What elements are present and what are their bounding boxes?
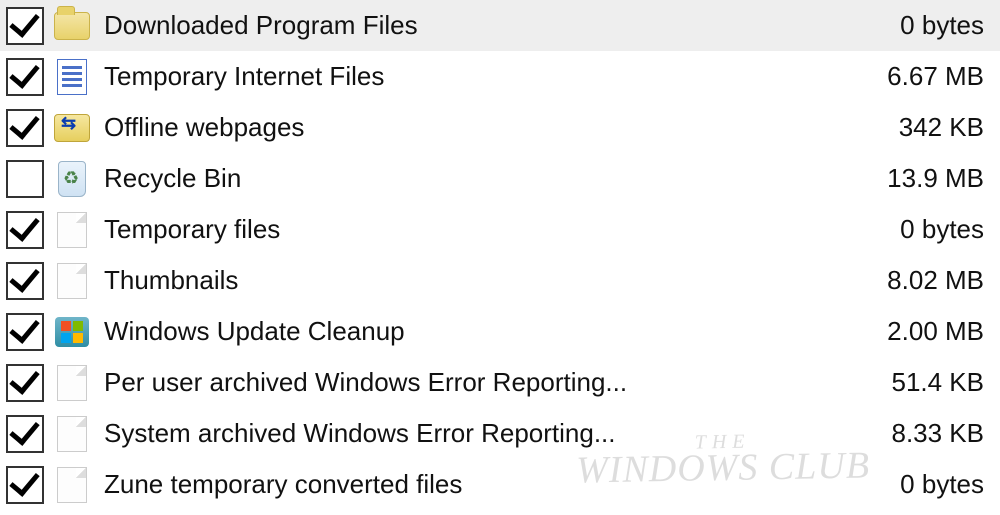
item-label: Per user archived Windows Error Reportin…: [100, 367, 832, 398]
item-label: Thumbnails: [100, 265, 832, 296]
checkbox[interactable]: [6, 211, 44, 249]
list-item[interactable]: Temporary Internet Files 6.67 MB: [0, 51, 1000, 102]
checkbox[interactable]: [6, 466, 44, 504]
checkbox[interactable]: [6, 109, 44, 147]
list-item[interactable]: Thumbnails 8.02 MB: [0, 255, 1000, 306]
win-update-icon: [52, 312, 92, 352]
checkbox[interactable]: [6, 415, 44, 453]
item-label: Windows Update Cleanup: [100, 316, 832, 347]
item-size: 0 bytes: [840, 10, 990, 41]
item-label: Temporary Internet Files: [100, 61, 832, 92]
item-size: 13.9 MB: [840, 163, 990, 194]
offline-pages-icon: [52, 108, 92, 148]
cleanup-file-list: Downloaded Program Files0 bytesTemporary…: [0, 0, 1000, 510]
item-label: Offline webpages: [100, 112, 832, 143]
blank-file-icon: [52, 261, 92, 301]
item-label: Zune temporary converted files: [100, 469, 832, 500]
list-item[interactable]: Recycle Bin 13.9 MB: [0, 153, 1000, 204]
list-item[interactable]: Downloaded Program Files 0 bytes: [0, 0, 1000, 51]
list-item[interactable]: Windows Update Cleanup 2.00 MB: [0, 306, 1000, 357]
blank-file-icon: [52, 363, 92, 403]
blank-file-icon: [52, 210, 92, 250]
checkbox[interactable]: [6, 7, 44, 45]
checkbox[interactable]: [6, 262, 44, 300]
item-label: Downloaded Program Files: [100, 10, 832, 41]
list-item[interactable]: Per user archived Windows Error Reportin…: [0, 357, 1000, 408]
item-label: Recycle Bin: [100, 163, 832, 194]
list-item[interactable]: System archived Windows Error Reporting.…: [0, 408, 1000, 459]
recycle-bin-icon: [52, 159, 92, 199]
item-label: System archived Windows Error Reporting.…: [100, 418, 832, 449]
item-size: 2.00 MB: [840, 316, 990, 347]
item-size: 342 KB: [840, 112, 990, 143]
item-size: 0 bytes: [840, 469, 990, 500]
blank-file-icon: [52, 414, 92, 454]
list-item[interactable]: Zune temporary converted files 0 bytes: [0, 459, 1000, 510]
document-icon: [52, 57, 92, 97]
list-item[interactable]: Temporary files 0 bytes: [0, 204, 1000, 255]
item-size: 6.67 MB: [840, 61, 990, 92]
folder-icon: [52, 6, 92, 46]
item-size: 8.33 KB: [840, 418, 990, 449]
item-label: Temporary files: [100, 214, 832, 245]
checkbox[interactable]: [6, 313, 44, 351]
checkbox[interactable]: [6, 160, 44, 198]
item-size: 8.02 MB: [840, 265, 990, 296]
item-size: 51.4 KB: [840, 367, 990, 398]
list-item[interactable]: Offline webpages 342 KB: [0, 102, 1000, 153]
blank-file-icon: [52, 465, 92, 505]
checkbox[interactable]: [6, 364, 44, 402]
checkbox[interactable]: [6, 58, 44, 96]
item-size: 0 bytes: [840, 214, 990, 245]
